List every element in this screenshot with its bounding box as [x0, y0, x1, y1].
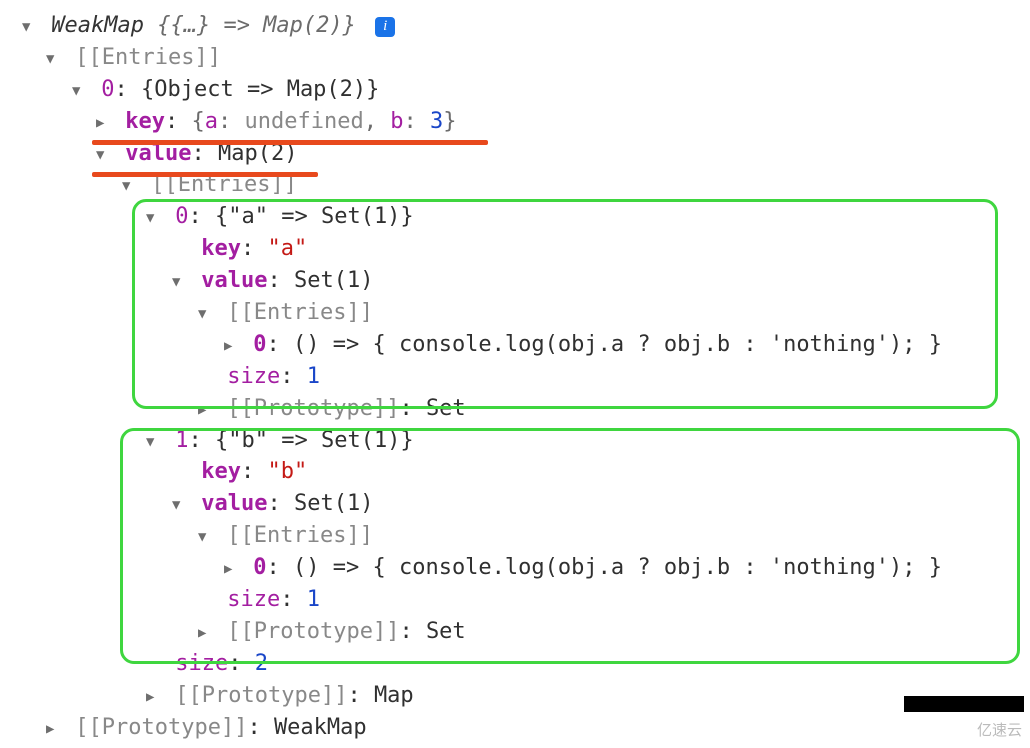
- key-preview: {a: undefined, b: 3}: [192, 109, 457, 134]
- chevron-down-icon[interactable]: ▼: [172, 495, 188, 515]
- chevron-right-icon[interactable]: ▶: [198, 400, 214, 420]
- internal-slot-label: [[Prototype]]: [227, 396, 399, 421]
- chevron-down-icon[interactable]: ▼: [198, 304, 214, 324]
- prototype-value: Map: [374, 683, 414, 708]
- annotation-underline-key: [92, 140, 488, 145]
- entry-index: 0: [253, 332, 266, 357]
- redaction-bar: [904, 696, 1024, 712]
- tree-row-entries[interactable]: ▼ [[Entries]]: [10, 520, 1030, 552]
- number-value: 1: [307, 587, 320, 612]
- function-body: () => { console.log(obj.a ? obj.b : 'not…: [293, 555, 942, 580]
- string-value: "b": [268, 459, 308, 484]
- property-label: size: [227, 364, 280, 389]
- internal-slot-label: [[Entries]]: [75, 45, 221, 70]
- internal-slot-label: [[Prototype]]: [75, 715, 247, 740]
- entry-summary: {"b" => Set(1)}: [215, 428, 414, 453]
- tree-row-key[interactable]: ▶ key: {a: undefined, b: 3}: [10, 106, 1030, 138]
- chevron-down-icon[interactable]: ▼: [22, 17, 38, 37]
- property-label: value: [201, 268, 267, 293]
- chevron-right-icon[interactable]: ▶: [198, 623, 214, 643]
- chevron-down-icon[interactable]: ▼: [46, 49, 62, 69]
- property-label: key: [125, 109, 165, 134]
- chevron-down-icon[interactable]: ▼: [96, 145, 112, 165]
- prototype-value: Set: [426, 619, 466, 644]
- property-label: value: [201, 491, 267, 516]
- chevron-down-icon[interactable]: ▼: [146, 432, 162, 452]
- entry-index: 0: [253, 555, 266, 580]
- chevron-right-icon[interactable]: ▶: [224, 336, 240, 356]
- number-value: 1: [307, 364, 320, 389]
- tree-row-prototype[interactable]: ▶ [[Prototype]]: WeakMap: [10, 712, 1030, 744]
- chevron-right-icon[interactable]: ▶: [146, 687, 162, 707]
- chevron-right-icon[interactable]: ▶: [46, 719, 62, 739]
- tree-row-weakmap-root[interactable]: ▼ WeakMap {{…} => Map(2)} i: [10, 10, 1030, 42]
- entry-summary: {Object => Map(2)}: [141, 77, 379, 102]
- tree-row-prototype[interactable]: ▶ [[Prototype]]: Map: [10, 680, 1030, 712]
- tree-row-map-entry[interactable]: ▼ 1: {"b" => Set(1)}: [10, 425, 1030, 457]
- internal-slot-label: [[Entries]]: [227, 300, 373, 325]
- tree-row-map-value[interactable]: ▼ value: Set(1): [10, 488, 1030, 520]
- property-label: key: [201, 459, 241, 484]
- internal-slot-label: [[Prototype]]: [227, 619, 399, 644]
- tree-row-size[interactable]: ▶ size: 1: [10, 584, 1030, 616]
- prototype-value: Set: [426, 396, 466, 421]
- prototype-value: WeakMap: [274, 715, 367, 740]
- tree-row-set-entry[interactable]: ▶ 0: () => { console.log(obj.a ? obj.b :…: [10, 552, 1030, 584]
- tree-row-entry-0[interactable]: ▼ 0: {Object => Map(2)}: [10, 74, 1030, 106]
- entry-index: 0: [175, 204, 188, 229]
- tree-row-size[interactable]: ▶ size: 1: [10, 361, 1030, 393]
- entry-index: 0: [101, 77, 114, 102]
- chevron-right-icon[interactable]: ▶: [224, 559, 240, 579]
- property-label: size: [175, 651, 228, 676]
- watermark: 亿速云: [977, 720, 1022, 742]
- tree-row-map-key[interactable]: ▶ key: "b": [10, 456, 1030, 488]
- tree-row-set-entry[interactable]: ▶ 0: () => { console.log(obj.a ? obj.b :…: [10, 329, 1030, 361]
- chevron-down-icon[interactable]: ▼: [122, 176, 138, 196]
- chevron-right-icon[interactable]: ▶: [96, 113, 112, 133]
- chevron-down-icon[interactable]: ▼: [172, 272, 188, 292]
- tree-row-map-value[interactable]: ▼ value: Set(1): [10, 265, 1030, 297]
- property-label: key: [201, 236, 241, 261]
- tree-row-map-entry[interactable]: ▼ 0: {"a" => Set(1)}: [10, 201, 1030, 233]
- value-summary: Set(1): [294, 491, 373, 516]
- tree-row-prototype[interactable]: ▶ [[Prototype]]: Set: [10, 616, 1030, 648]
- tree-row-size[interactable]: ▶ size: 2: [10, 648, 1030, 680]
- tree-row-entries[interactable]: ▼ [[Entries]]: [10, 42, 1030, 74]
- chevron-down-icon[interactable]: ▼: [198, 527, 214, 547]
- tree-row-entries[interactable]: ▼ [[Entries]]: [10, 297, 1030, 329]
- value-summary: Set(1): [294, 268, 373, 293]
- internal-slot-label: [[Entries]]: [227, 523, 373, 548]
- internal-slot-label: [[Prototype]]: [175, 683, 347, 708]
- number-value: 2: [255, 651, 268, 676]
- annotation-underline-value: [92, 172, 318, 177]
- tree-row-map-key[interactable]: ▶ key: "a": [10, 233, 1030, 265]
- object-summary: WeakMap {{…} => Map(2)}: [51, 13, 369, 38]
- tree-row-prototype[interactable]: ▶ [[Prototype]]: Set: [10, 393, 1030, 425]
- chevron-down-icon[interactable]: ▼: [72, 81, 88, 101]
- entry-index: 1: [175, 428, 188, 453]
- info-icon[interactable]: i: [375, 17, 395, 37]
- entry-summary: {"a" => Set(1)}: [215, 204, 414, 229]
- function-body: () => { console.log(obj.a ? obj.b : 'not…: [293, 332, 942, 357]
- string-value: "a": [268, 236, 308, 261]
- property-label: size: [227, 587, 280, 612]
- chevron-down-icon[interactable]: ▼: [146, 208, 162, 228]
